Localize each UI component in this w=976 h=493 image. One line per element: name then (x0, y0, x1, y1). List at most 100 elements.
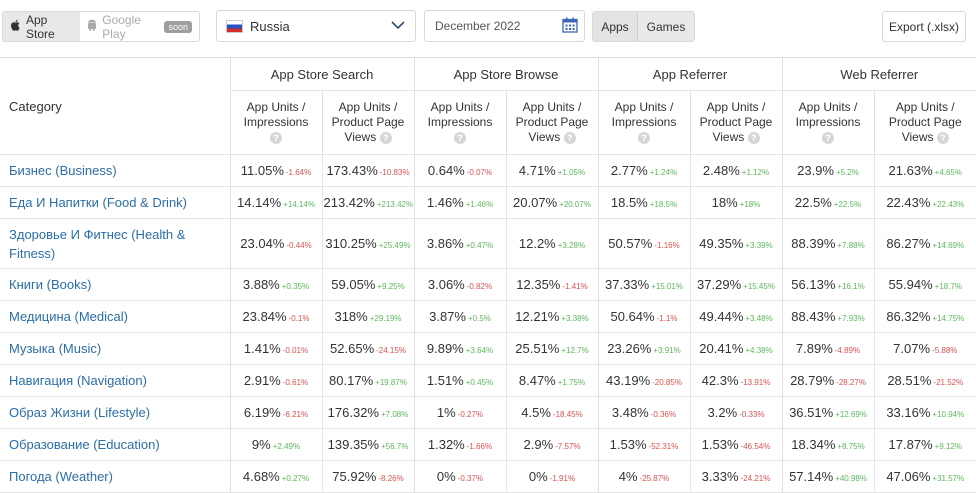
metric-header-product-page-views[interactable]: App Units / Product Page Views ? (689, 90, 783, 155)
metric-value: 7.89% (795, 341, 833, 356)
metric-value: 1.41% (243, 341, 281, 356)
metric-delta: -1.41% (562, 282, 588, 291)
category-link[interactable]: Навигация (Navigation) (0, 364, 230, 397)
metric-cell: 49.35% +3.39% (689, 218, 783, 269)
help-icon[interactable]: ? (563, 132, 576, 144)
category-link[interactable]: Музыка (Music) (0, 332, 230, 365)
google-play-button[interactable]: Google Play soon (80, 12, 199, 41)
metric-delta: -0.1% (288, 314, 310, 323)
category-link[interactable]: Здоровье И Фитнес (Health & Fitness) (0, 218, 230, 269)
metric-value: 28.79% (790, 373, 835, 388)
metric-cell: 2.91% -0.61% (229, 364, 322, 397)
metric-header-line: Impressions (427, 115, 493, 129)
category-header[interactable]: Category (0, 57, 230, 155)
date-value: December 2022 (435, 19, 521, 33)
metric-cell: 213.42% +213.42% (321, 186, 414, 219)
help-icon[interactable]: ? (747, 132, 760, 144)
metric-header-impressions[interactable]: App Units / Impressions? (229, 90, 322, 155)
metric-header-line: Product Page (515, 115, 589, 129)
category-link[interactable]: Еда И Напитки (Food & Drink) (0, 186, 230, 219)
metric-cell: 3.2% -0.33% (689, 396, 783, 429)
metric-delta: -0.27% (457, 410, 484, 419)
metric-cell: 20.41% +4.38% (689, 332, 783, 365)
metric-value: 11.05% (240, 163, 284, 178)
metric-header-impressions[interactable]: App Units / Impressions? (597, 90, 690, 155)
metric-cell: 1.53% -52.31% (597, 428, 690, 461)
metric-value: 20.07% (513, 195, 558, 210)
metric-delta: -8.26% (378, 474, 404, 483)
metric-delta: -1.66% (466, 442, 493, 451)
table-row: Бизнес (Business) 11.05% -1.64% 173.43% -10.… (0, 154, 976, 187)
metric-delta: +0.45% (465, 378, 494, 387)
metric-header-line: Product Page (699, 115, 773, 129)
metric-cell: 2.9% -7.57% (505, 428, 598, 461)
category-link[interactable]: Погода (Weather) (0, 460, 230, 493)
metric-cell: 50.57% -1.16% (597, 218, 690, 269)
help-icon[interactable]: ? (270, 132, 282, 144)
games-button[interactable]: Games (638, 12, 694, 41)
metric-cell: 1.41% -0.01% (229, 332, 322, 365)
metric-delta: +31.57% (932, 474, 965, 483)
calendar-icon[interactable] (562, 17, 578, 36)
metric-delta: +40.98% (835, 474, 867, 483)
category-link[interactable]: Медицина (Medical) (0, 300, 230, 333)
metric-header-line: App Units / (895, 100, 955, 114)
metric-cell: 6.19% -6.21% (229, 396, 322, 429)
metric-value: 12.2% (518, 236, 556, 251)
metric-cell: 23.04% -0.44% (229, 218, 322, 269)
metric-value: 9% (251, 437, 271, 452)
metric-value: 4% (618, 469, 638, 484)
metric-value: 6.19% (243, 405, 281, 420)
metric-header-impressions[interactable]: App Units / Impressions? (413, 90, 506, 155)
metric-value: 1.46% (426, 195, 464, 210)
help-icon[interactable]: ? (379, 132, 392, 144)
russia-flag-icon (226, 19, 243, 33)
apps-button[interactable]: Apps (593, 12, 638, 41)
country-select[interactable]: Russia (216, 10, 416, 42)
table-row: Еда И Напитки (Food & Drink) 14.14% +14.14… (0, 186, 976, 219)
app-store-button[interactable]: App Store (3, 12, 81, 41)
metric-delta: +3.48% (745, 314, 773, 323)
metric-header-line: Views (901, 130, 934, 144)
help-icon[interactable]: ? (454, 132, 466, 144)
metric-delta: -21.52% (933, 378, 964, 387)
group-header-app-referrer: App Referrer (597, 57, 783, 91)
metric-value: 36.51% (789, 405, 834, 420)
metric-delta: -0.07% (466, 168, 493, 177)
metric-header-impressions[interactable]: App Units / Impressions? (781, 90, 875, 155)
help-icon[interactable]: ? (638, 132, 650, 144)
metric-delta: +22.43% (932, 200, 965, 209)
metric-cell: 57.14% +40.98% (781, 460, 875, 493)
metric-value: 50.64% (610, 309, 655, 324)
metric-value: 55.94% (888, 277, 933, 292)
metric-delta: -6.21% (282, 410, 309, 419)
metric-header-product-page-views[interactable]: App Units / Product Page Views ? (873, 90, 976, 155)
category-link[interactable]: Книги (Books) (0, 268, 230, 301)
metric-value: 2.77% (610, 163, 648, 178)
metric-value: 9.89% (426, 341, 464, 356)
metric-value: 49.44% (699, 309, 744, 324)
metric-value: 3.06% (427, 277, 465, 292)
table-row: Погода (Weather) 4.68% +0.27% 75.92% -8.26% 0… (0, 460, 976, 493)
metric-header-line: Views (344, 130, 377, 144)
metric-delta: +15.45% (743, 282, 775, 291)
metric-value: 50.57% (608, 236, 653, 251)
export-button[interactable]: Export (.xlsx) (882, 11, 966, 42)
metric-cell: 22.5% +22.5% (781, 186, 875, 219)
store-toggle: App Store Google Play soon (2, 11, 200, 42)
category-link[interactable]: Образ Жизни (Lifestyle) (0, 396, 230, 429)
metric-header-product-page-views[interactable]: App Units / Product Page Views ? (321, 90, 414, 155)
date-picker[interactable]: December 2022 (424, 10, 585, 42)
metric-delta: -20.85% (652, 378, 682, 387)
help-icon[interactable]: ? (936, 132, 949, 144)
metric-cell: 7.89% -4.89% (781, 332, 875, 365)
metric-delta: -24.21% (740, 474, 771, 483)
metric-delta: -13.91% (740, 378, 771, 387)
metric-header-product-page-views[interactable]: App Units / Product Page Views ? (505, 90, 598, 155)
category-link[interactable]: Образование (Education) (0, 428, 230, 461)
metric-cell: 18% +18% (689, 186, 783, 219)
category-link[interactable]: Бизнес (Business) (0, 154, 230, 187)
metric-delta: +18% (739, 200, 761, 209)
metric-delta: +7.08% (380, 410, 409, 419)
help-icon[interactable]: ? (822, 132, 835, 144)
